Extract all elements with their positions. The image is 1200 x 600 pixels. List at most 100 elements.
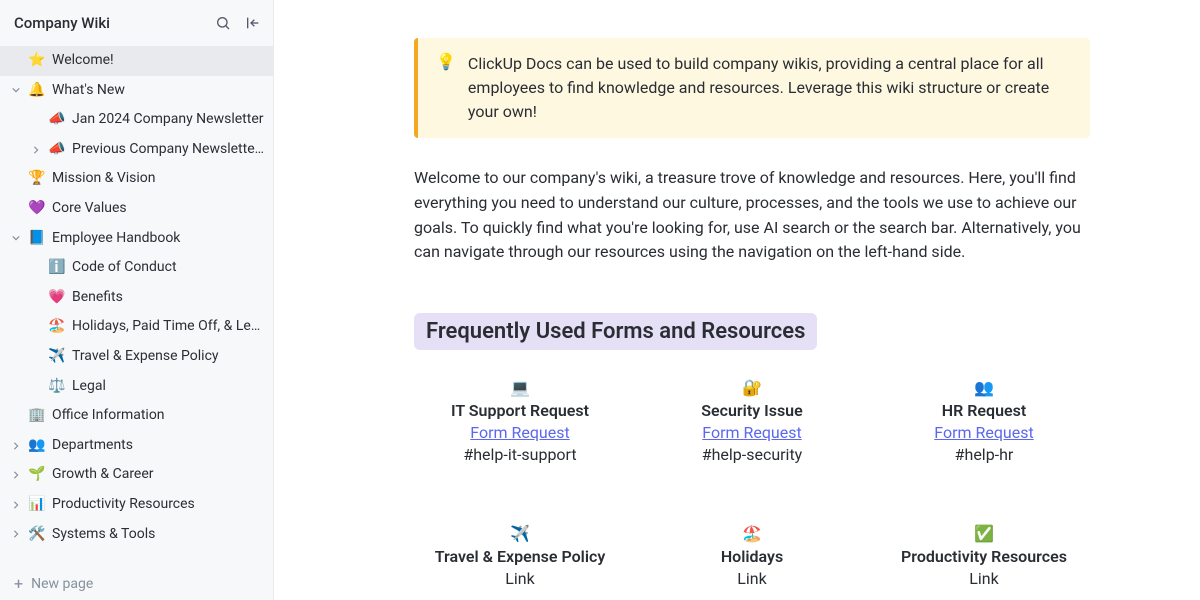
- sidebar-item[interactable]: 🏆 Mission & Vision: [0, 164, 273, 194]
- card-title: Security Issue: [646, 401, 858, 420]
- nav-item-label: Employee Handbook: [52, 229, 265, 249]
- sidebar-item[interactable]: 📘 Employee Handbook: [0, 224, 273, 254]
- card-link-label: Link: [878, 569, 1090, 588]
- sidebar-item[interactable]: 💜 Core Values: [0, 194, 273, 224]
- nav-item-icon: 📘: [28, 229, 46, 249]
- intro-paragraph: Welcome to our company's wiki, a treasur…: [414, 166, 1090, 265]
- nav-item-icon: 💜: [28, 199, 46, 219]
- sidebar-item[interactable]: ✈️ Travel & Expense Policy: [0, 342, 273, 372]
- card-form-link[interactable]: Form Request: [934, 423, 1033, 442]
- card-emoji-icon: 🏖️: [646, 524, 858, 543]
- nav-item-icon: 🛠️: [28, 525, 46, 545]
- sidebar-item[interactable]: 📊 Productivity Resources: [0, 490, 273, 520]
- nav-item-icon: 🏖️: [48, 317, 66, 337]
- sidebar-item[interactable]: 🔔 What's New: [0, 76, 273, 106]
- card-form-link[interactable]: Form Request: [702, 423, 801, 442]
- new-page-label: New page: [31, 576, 93, 592]
- nav-item-icon: ⚖️: [48, 377, 66, 397]
- nav-item-icon: ⭐: [28, 51, 46, 71]
- sidebar-item[interactable]: 📣 Jan 2024 Company Newsletter: [0, 105, 273, 135]
- sidebar-item[interactable]: 👥 Departments: [0, 431, 273, 461]
- nav-item-label: Departments: [52, 436, 265, 456]
- sidebar-item[interactable]: 📣 Previous Company Newsletters: [0, 135, 273, 165]
- chevron-right-icon[interactable]: [10, 442, 22, 450]
- nav-item-label: Legal: [72, 377, 265, 397]
- resource-cards-grid: 💻 IT Support Request Form Request #help-it-…: [414, 378, 1090, 588]
- nav-item-label: Previous Company Newsletters: [72, 140, 265, 160]
- new-page-button[interactable]: + New page: [0, 568, 273, 600]
- card-title: Holidays: [646, 547, 858, 566]
- nav-item-label: Core Values: [52, 199, 265, 219]
- sidebar-item[interactable]: 💗 Benefits: [0, 283, 273, 313]
- search-icon[interactable]: [215, 15, 231, 31]
- card-link-label: Link: [414, 569, 626, 588]
- resource-card: ✅ Productivity Resources Link: [878, 524, 1090, 588]
- nav-item-label: Code of Conduct: [72, 258, 265, 278]
- sidebar-header-actions: [215, 15, 261, 31]
- nav-item-icon: 🏢: [28, 406, 46, 426]
- nav-item-icon: 🔔: [28, 81, 46, 101]
- card-title: IT Support Request: [414, 401, 626, 420]
- nav-item-icon: 🏆: [28, 169, 46, 189]
- sidebar-item[interactable]: ⚖️ Legal: [0, 372, 273, 402]
- nav-item-label: Jan 2024 Company Newsletter: [72, 110, 265, 130]
- card-title: HR Request: [878, 401, 1090, 420]
- resource-card: ✈️ Travel & Expense Policy Link: [414, 524, 626, 588]
- nav-item-label: Systems & Tools: [52, 525, 265, 545]
- wiki-title: Company Wiki: [14, 14, 110, 32]
- chevron-down-icon[interactable]: [10, 234, 22, 242]
- nav-item-icon: 👥: [28, 436, 46, 456]
- collapse-sidebar-icon[interactable]: [245, 15, 261, 31]
- resource-card: 💻 IT Support Request Form Request #help-it-…: [414, 378, 626, 464]
- chevron-right-icon[interactable]: [10, 501, 22, 509]
- main-content: 💡 ClickUp Docs can be used to build comp…: [274, 0, 1200, 600]
- card-emoji-icon: 💻: [414, 378, 626, 397]
- sidebar-item[interactable]: ℹ️ Code of Conduct: [0, 253, 273, 283]
- sidebar-item[interactable]: 🏖️ Holidays, Paid Time Off, & Leave...: [0, 312, 273, 342]
- nav-item-label: Benefits: [72, 288, 265, 308]
- nav-item-label: What's New: [52, 81, 265, 101]
- chevron-right-icon[interactable]: [10, 530, 22, 538]
- card-emoji-icon: 👥: [878, 378, 1090, 397]
- card-emoji-icon: ✅: [878, 524, 1090, 543]
- nav-item-icon: ✈️: [48, 347, 66, 367]
- callout-banner: 💡 ClickUp Docs can be used to build comp…: [414, 38, 1090, 138]
- card-channel-tag: #help-hr: [878, 445, 1090, 464]
- card-title: Travel & Expense Policy: [414, 547, 626, 566]
- card-channel-tag: #help-security: [646, 445, 858, 464]
- nav-item-label: Mission & Vision: [52, 169, 265, 189]
- nav-item-icon: 📣: [48, 110, 66, 130]
- callout-text: ClickUp Docs can be used to build compan…: [468, 52, 1072, 124]
- nav-item-icon: 📊: [28, 495, 46, 515]
- nav-item-icon: 📣: [48, 140, 66, 160]
- card-title: Productivity Resources: [878, 547, 1090, 566]
- sidebar-item[interactable]: 🌱 Growth & Career: [0, 460, 273, 490]
- nav-item-label: Welcome!: [52, 51, 265, 71]
- sidebar-header: Company Wiki: [0, 0, 273, 42]
- nav-item-icon: ℹ️: [48, 258, 66, 278]
- card-link-label: Link: [646, 569, 858, 588]
- card-emoji-icon: ✈️: [414, 524, 626, 543]
- nav-item-label: Holidays, Paid Time Off, & Leave...: [72, 317, 265, 337]
- sidebar-nav: ⭐ Welcome! 🔔 What's New 📣 Jan 2024 Company Ne…: [0, 42, 273, 564]
- card-form-link[interactable]: Form Request: [470, 423, 569, 442]
- resource-card: 🏖️ Holidays Link: [646, 524, 858, 588]
- plus-icon: +: [14, 576, 23, 592]
- card-channel-tag: #help-it-support: [414, 445, 626, 464]
- nav-item-icon: 💗: [48, 288, 66, 308]
- resource-card: 👥 HR Request Form Request #help-hr: [878, 378, 1090, 464]
- sidebar-item[interactable]: 🛠️ Systems & Tools: [0, 520, 273, 550]
- chevron-right-icon[interactable]: [30, 146, 42, 154]
- section-heading: Frequently Used Forms and Resources: [414, 313, 817, 350]
- sidebar-item[interactable]: 🏢Office Information: [0, 401, 273, 431]
- nav-item-label: Travel & Expense Policy: [72, 347, 265, 367]
- lightbulb-icon: 💡: [436, 52, 456, 124]
- nav-item-label: Growth & Career: [52, 465, 265, 485]
- resource-card: 🔐 Security Issue Form Request #help-securit…: [646, 378, 858, 464]
- sidebar-item[interactable]: ⭐ Welcome!: [0, 46, 273, 76]
- nav-item-icon: 🌱: [28, 465, 46, 485]
- card-emoji-icon: 🔐: [646, 378, 858, 397]
- chevron-right-icon[interactable]: [10, 471, 22, 479]
- nav-item-label: Productivity Resources: [52, 495, 265, 515]
- chevron-down-icon[interactable]: [10, 86, 22, 94]
